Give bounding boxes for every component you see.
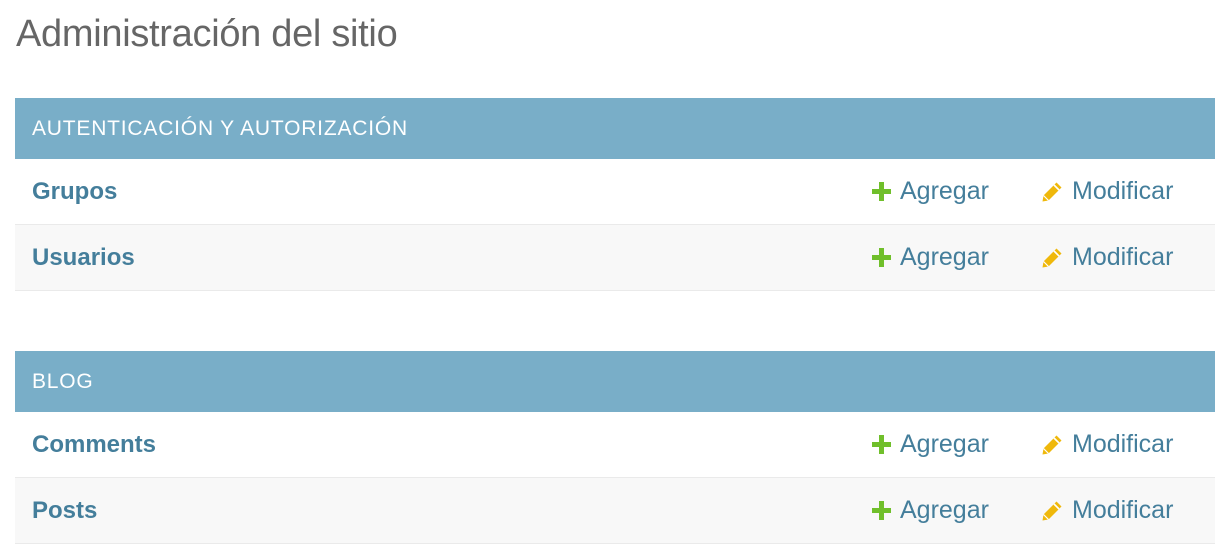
- plus-icon: [872, 182, 891, 201]
- page-title: Administración del sitio: [16, 13, 398, 55]
- add-usuarios-link[interactable]: Agregar: [872, 225, 989, 290]
- model-row-grupos: Grupos Agregar Modificar: [15, 159, 1215, 225]
- module-caption[interactable]: BLOG: [15, 351, 1215, 412]
- change-label: Modificar: [1072, 430, 1174, 458]
- plus-icon: [872, 501, 891, 520]
- change-grupos-link[interactable]: Modificar: [1041, 159, 1173, 224]
- change-label: Modificar: [1072, 243, 1174, 271]
- model-link-grupos[interactable]: Grupos: [32, 159, 117, 224]
- change-posts-link[interactable]: Modificar: [1041, 478, 1173, 543]
- add-posts-link[interactable]: Agregar: [872, 478, 989, 543]
- change-label: Modificar: [1072, 496, 1174, 524]
- plus-icon: [872, 248, 891, 267]
- add-label: Agregar: [900, 177, 989, 205]
- app-module-blog: BLOG Comments Agregar Modificar Posts Ag…: [15, 351, 1215, 544]
- model-link-posts[interactable]: Posts: [32, 478, 97, 543]
- pencil-icon: [1042, 435, 1062, 454]
- add-label: Agregar: [900, 496, 989, 524]
- site-admin-page: Administración del sitio AUTENTICACIÓN Y…: [0, 0, 1228, 554]
- add-label: Agregar: [900, 430, 989, 458]
- change-usuarios-link[interactable]: Modificar: [1041, 225, 1173, 290]
- module-caption[interactable]: AUTENTICACIÓN Y AUTORIZACIÓN: [15, 98, 1215, 159]
- model-link-usuarios[interactable]: Usuarios: [32, 225, 135, 290]
- add-grupos-link[interactable]: Agregar: [872, 159, 989, 224]
- model-row-comments: Comments Agregar Modificar: [15, 412, 1215, 478]
- change-comments-link[interactable]: Modificar: [1041, 412, 1173, 477]
- add-label: Agregar: [900, 243, 989, 271]
- app-module-auth: AUTENTICACIÓN Y AUTORIZACIÓN Grupos Agre…: [15, 98, 1215, 291]
- pencil-icon: [1042, 248, 1062, 267]
- pencil-icon: [1042, 182, 1062, 201]
- add-comments-link[interactable]: Agregar: [872, 412, 989, 477]
- pencil-icon: [1042, 501, 1062, 520]
- model-row-usuarios: Usuarios Agregar Modificar: [15, 225, 1215, 291]
- change-label: Modificar: [1072, 177, 1174, 205]
- plus-icon: [872, 435, 891, 454]
- model-link-comments[interactable]: Comments: [32, 412, 156, 477]
- model-row-posts: Posts Agregar Modificar: [15, 478, 1215, 544]
